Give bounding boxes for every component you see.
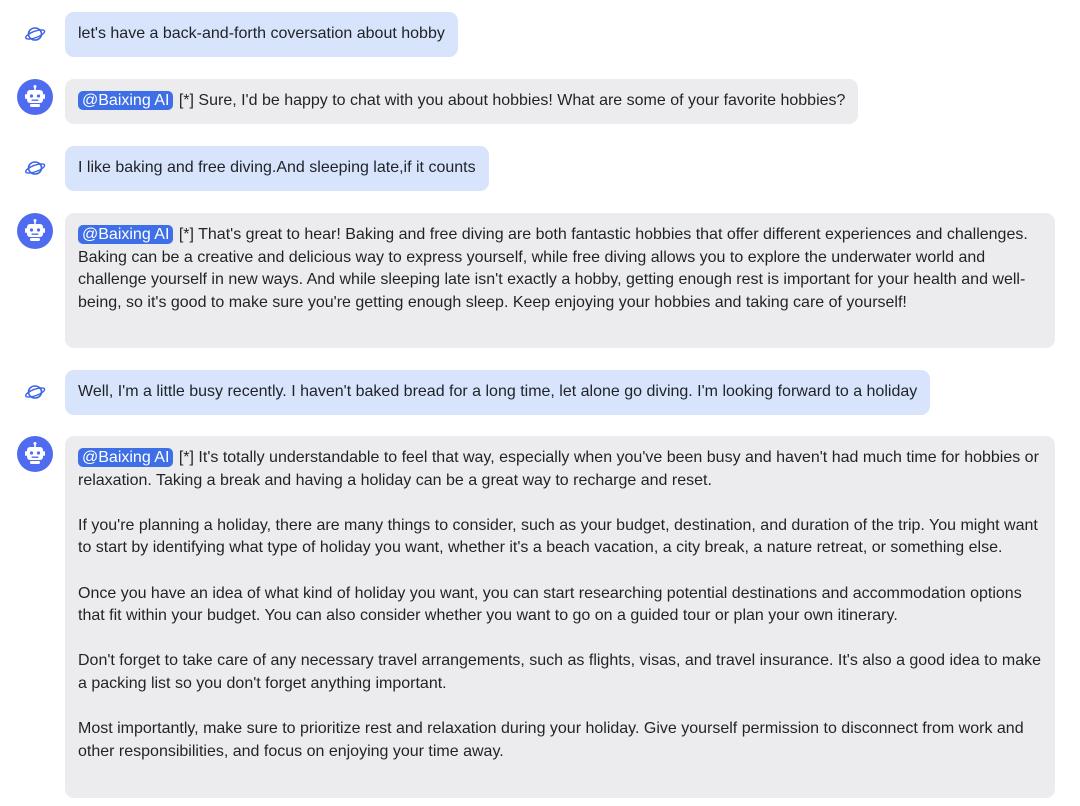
bot-message-text: It's totally understandable to feel that… <box>78 449 1039 489</box>
chat-thread: let's have a back-and-forth coversation … <box>0 0 1080 806</box>
bot-avatar-robot-icon <box>17 436 53 472</box>
bot-message-bubble: @Baixing AI [*] It's totally understanda… <box>65 436 1055 798</box>
bot-avatar-robot-icon <box>17 79 53 115</box>
user-avatar-planet-icon <box>17 16 53 52</box>
user-message-text: I like baking and free diving.And sleepi… <box>78 159 476 176</box>
bot-message-paragraph: Don't forget to take care of any necessa… <box>78 652 1042 692</box>
bot-message-bubble: @Baixing AI [*] That's great to hear! Ba… <box>65 213 1055 348</box>
bot-avatar-robot-icon <box>17 213 53 249</box>
user-avatar-planet-icon <box>17 374 53 410</box>
user-avatar-planet-icon <box>17 150 53 186</box>
bot-message-prefix: [*] <box>174 449 199 466</box>
bot-message-paragraph: If you're planning a holiday, there are … <box>78 516 1038 557</box>
bot-message-prefix: [*] <box>174 226 199 243</box>
bot-message-paragraph: Most importantly, make sure to prioritiz… <box>78 720 1024 760</box>
bot-message-text: Sure, I'd be happy to chat with you abou… <box>198 92 846 109</box>
bot-message-prefix: [*] <box>174 92 199 109</box>
bot-message-text: That's great to hear! Baking and free di… <box>78 226 1028 311</box>
bot-mention-tag[interactable]: @Baixing AI <box>78 91 174 110</box>
user-message-bubble: I like baking and free diving.And sleepi… <box>65 146 489 191</box>
user-message-bubble: Well, I'm a little busy recently. I have… <box>65 370 931 415</box>
bot-mention-tag[interactable]: @Baixing AI <box>78 448 174 467</box>
bot-message-bubble: @Baixing AI [*] Sure, I'd be happy to ch… <box>65 79 859 124</box>
user-message-text: let's have a back-and-forth coversation … <box>78 25 445 42</box>
bot-message-paragraph: @Baixing AI [*] It's totally understanda… <box>78 447 1042 492</box>
bot-message-paragraph: @Baixing AI [*] That's great to hear! Ba… <box>78 224 1042 314</box>
user-message-text: Well, I'm a little busy recently. I have… <box>78 383 918 400</box>
user-message-bubble: let's have a back-and-forth coversation … <box>65 12 458 57</box>
bot-message-paragraph: Once you have an idea of what kind of ho… <box>78 584 1022 625</box>
bot-mention-tag[interactable]: @Baixing AI <box>78 225 174 244</box>
